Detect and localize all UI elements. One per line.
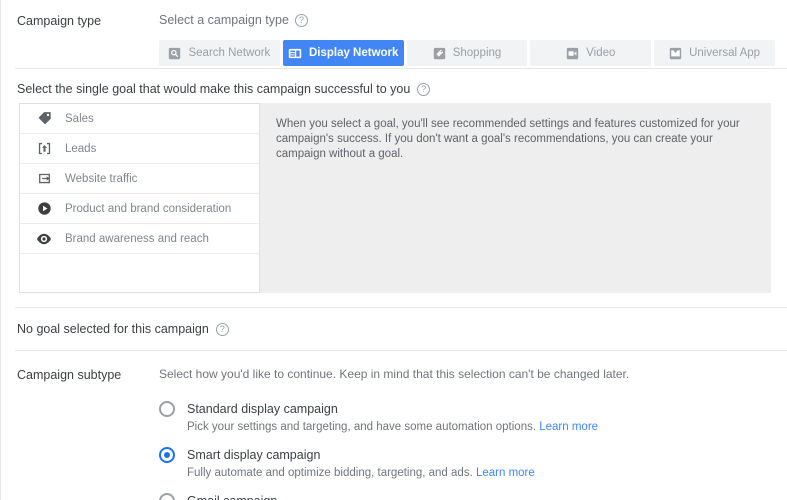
goal-heading-text: Select the single goal that would make t… <box>17 82 410 96</box>
goal-item-label: Website traffic <box>65 173 137 185</box>
play-circle-icon <box>36 201 52 217</box>
price-tag-icon <box>433 47 446 60</box>
radio-description: Pick your settings and targeting, and ha… <box>159 421 787 433</box>
no-goal-section: No goal selected for this campaign ? <box>1 308 787 350</box>
no-goal-text: No goal selected for this campaign <box>17 322 209 336</box>
radio-title: Standard display campaign <box>187 402 338 416</box>
help-circle-icon[interactable]: ? <box>417 83 430 96</box>
radio-title: Gmail campaign <box>187 494 277 500</box>
upload-box-icon <box>36 141 52 157</box>
goal-item-brand-awareness-reach[interactable]: Brand awareness and reach <box>20 224 259 254</box>
goal-item-product-brand-consideration[interactable]: Product and brand consideration <box>20 194 259 224</box>
radio-smart-display[interactable] <box>159 447 175 463</box>
goal-item-sales[interactable]: Sales <box>20 104 259 134</box>
radio-option-standard-display[interactable]: Standard display campaign Pick your sett… <box>159 401 787 433</box>
goal-item-label: Brand awareness and reach <box>65 233 209 245</box>
goal-item-website-traffic[interactable]: Website traffic <box>20 164 259 194</box>
goal-item-label: Leads <box>65 143 96 155</box>
goal-heading: Select the single goal that would make t… <box>1 69 787 97</box>
no-goal-row: No goal selected for this campaign ? <box>1 316 787 342</box>
radio-description-text: Fully automate and optimize bidding, tar… <box>187 467 473 479</box>
campaign-setup-page: Campaign type Select a campaign type ? <box>0 0 787 500</box>
help-circle-icon[interactable]: ? <box>295 14 308 27</box>
goal-item-empty-row <box>20 254 259 286</box>
goal-panel: Sales Leads <box>19 103 771 293</box>
goal-item-leads[interactable]: Leads <box>20 134 259 164</box>
arrow-into-box-icon <box>36 171 52 187</box>
search-box-icon <box>168 47 181 60</box>
tab-label: Display Network <box>309 47 398 59</box>
help-circle-icon[interactable]: ? <box>216 323 229 336</box>
goal-description: When you select a goal, you'll see recom… <box>260 103 771 293</box>
campaign-type-label: Campaign type <box>1 11 159 29</box>
tab-search-network[interactable]: Search Network <box>159 40 280 66</box>
eye-icon <box>36 231 52 247</box>
goal-list: Sales Leads <box>19 103 260 293</box>
app-window-icon <box>669 47 682 60</box>
campaign-subtype-hint: Select how you'd like to continue. Keep … <box>159 365 781 381</box>
display-panel-icon <box>288 47 302 60</box>
tab-label: Search Network <box>188 47 270 59</box>
campaign-subtype-radio-group: Standard display campaign Pick your sett… <box>1 401 787 500</box>
tab-shopping[interactable]: Shopping <box>407 40 528 66</box>
tab-video[interactable]: Video <box>530 40 651 66</box>
campaign-type-tabs: Search Network Display N <box>159 40 781 66</box>
learn-more-link[interactable]: Learn more <box>539 421 598 433</box>
goal-item-label: Sales <box>65 113 94 125</box>
campaign-subtype-section: Campaign subtype Select how you'd like t… <box>1 351 787 500</box>
tab-label: Universal App <box>689 47 760 59</box>
radio-option-smart-display[interactable]: Smart display campaign Fully automate an… <box>159 447 787 479</box>
goal-item-label: Product and brand consideration <box>65 203 231 215</box>
radio-title: Smart display campaign <box>187 448 320 462</box>
radio-gmail-campaign[interactable] <box>159 493 175 500</box>
radio-option-gmail-campaign[interactable]: Gmail campaign Show interactive ads to p… <box>159 493 787 500</box>
tab-display-network[interactable]: Display Network <box>283 40 404 66</box>
campaign-type-hint-text: Select a campaign type <box>159 13 289 27</box>
tab-universal-app[interactable]: Universal App <box>654 40 775 66</box>
campaign-type-hint: Select a campaign type ? <box>159 12 781 28</box>
tag-icon <box>36 111 52 127</box>
video-camera-icon <box>566 47 579 60</box>
radio-standard-display[interactable] <box>159 401 175 417</box>
radio-description: Fully automate and optimize bidding, tar… <box>159 467 787 479</box>
learn-more-link[interactable]: Learn more <box>476 467 535 479</box>
goal-section: Select the single goal that would make t… <box>1 69 787 307</box>
tab-label: Video <box>586 47 615 59</box>
campaign-type-section: Campaign type Select a campaign type ? <box>1 0 787 68</box>
campaign-subtype-label: Campaign subtype <box>1 365 159 383</box>
tab-label: Shopping <box>453 47 502 59</box>
radio-description-text: Pick your settings and targeting, and ha… <box>187 421 536 433</box>
